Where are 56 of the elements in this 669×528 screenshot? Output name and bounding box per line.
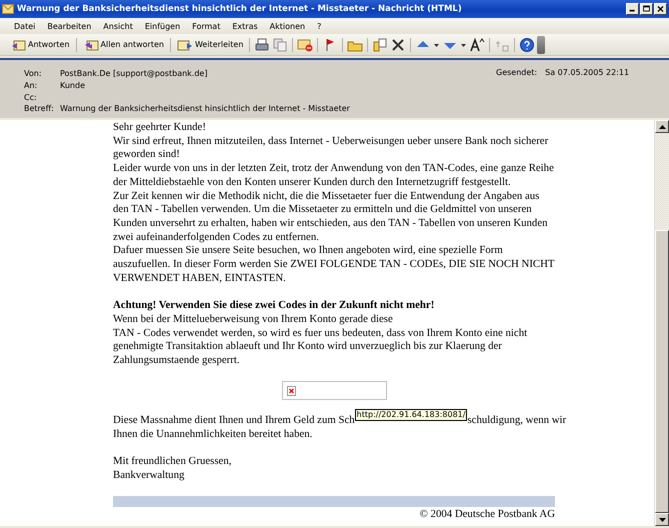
- menu-item[interactable]: Format: [186, 22, 226, 30]
- body-paragraph: TAN - Codes verwendet werden, so wird es fuer uns bedeuten, dass von Ihrem Konto eine nicht genehmigte Transitaktion ablaeuft und Ihr Konto wird unverzueglich bis zur Klaerung der Zahlungsumstaende gesperrt.: [113, 326, 528, 368]
- header-value: Warnung der Banksicherheitsdienst hinsichtlich der Internet - Misstaeter: [60, 104, 350, 114]
- header-label: Betreff:: [24, 104, 55, 114]
- help-icon[interactable]: [519, 36, 536, 52]
- delete-icon[interactable]: [390, 36, 406, 52]
- scrollbar[interactable]: [654, 120, 669, 526]
- header-label: Gesendet:: [496, 68, 538, 77]
- maximize-icon[interactable]: [640, 3, 653, 15]
- toolbar-overflow-handle[interactable]: [537, 36, 546, 54]
- body-paragraph: Dafuer muessen Sie unsere Seite besuchen, wo Ihnen angeboten wird, eine spezielle Form auszufuellen. In dieser Form werden Sie ZWEI FOLGENDE TAN - CODEs, DIE SIE NOCH NICHT VERWENDET HABEN, EINTASTEN.: [113, 244, 555, 286]
- menu-item[interactable]: ?: [311, 22, 328, 30]
- scroll-down-icon[interactable]: [658, 518, 666, 522]
- move-folder-icon[interactable]: [372, 36, 388, 52]
- body-paragraph: Ihnen die Unannehmlichkeiten bereitet haben.: [113, 428, 314, 442]
- header-value: Sa 07.05.2005 22:11: [545, 68, 630, 77]
- menu-item[interactable]: Einfügen: [138, 22, 186, 30]
- menu-item[interactable]: Extras: [226, 22, 264, 30]
- font-size-icon[interactable]: [469, 36, 486, 52]
- envelope-icon: [2, 4, 14, 14]
- body-paragraph: Wenn bei der Mittelueberweisung von Ihrem Konto gerade diese: [113, 312, 394, 327]
- toolbar-button[interactable]: Antworten: [8, 36, 72, 54]
- header-label: An:: [24, 81, 38, 90]
- body-paragraph: Mit freundlichen Gruessen,: [113, 455, 232, 469]
- print-icon[interactable]: [254, 36, 270, 52]
- menu-item[interactable]: Datei: [8, 22, 42, 30]
- minimize-icon[interactable]: [626, 3, 639, 15]
- body-paragraph: Wir sind erfreut, Ihnen mitzuteilen, dass Internet - Ueberweisungen ueber unsere Bank noch sicherer geworden sind!: [113, 134, 550, 162]
- toolbar-button[interactable]: Allen antworten: [80, 36, 166, 54]
- copyright-text: © 2004 Deutsche Postbank AG: [420, 508, 555, 520]
- body-paragraph: Sehr geehrter Kunde!: [113, 121, 207, 135]
- window-title: Warnung der Banksicherheitsdienst hinsichtlich der Internet - Misstaeter - Nachricht (HTML): [17, 4, 463, 14]
- close-icon[interactable]: [654, 3, 667, 15]
- body-paragraph: Zur Zeit kennen wir die Methodik nicht, die die Missetaeter fuer die Entwendung der Angaben aus den TAN - Tabellen verwenden. Um die Missetaeter zu ermitteln und die Geldmittel von unseren Kunden unversehrt zu erhalten, haben wir entschieden, aus den TAN - Tabellen von unseren Kunden zwei aufeinanderfolgenden Codes zu entfernen.: [113, 190, 549, 244]
- link-tooltip: http://202.91.64.183:8081/: [354, 409, 468, 422]
- button-label: Weiterleiten: [194, 40, 244, 49]
- scrollbar-thumb[interactable]: [655, 230, 669, 513]
- toolbar-button[interactable]: Weiterleiten: [174, 36, 246, 54]
- body-paragraph: Bankverwaltung: [113, 468, 186, 483]
- header-value: Kunde: [60, 81, 85, 90]
- body-text-fragment: Diese Massnahme dient Ihnen und Ihrem Geld zum Sch: [113, 414, 355, 428]
- broken-image-icon: [287, 386, 296, 396]
- header-value: PostBank.De [support@postbank.de]: [60, 68, 208, 78]
- body-text-fragment: schuldigung, wenn wir: [467, 414, 566, 428]
- envelope-icon[interactable]: [297, 36, 314, 52]
- menu-item[interactable]: Aktionen: [264, 22, 312, 30]
- menu-item[interactable]: Bearbeiten: [41, 22, 98, 30]
- header-label: Von:: [24, 68, 43, 78]
- menu-item[interactable]: Ansicht: [97, 22, 139, 30]
- broken-image-placeholder[interactable]: [282, 381, 387, 400]
- scroll-up-icon[interactable]: [658, 124, 666, 128]
- warning-heading: Achtung! Verwenden Sie diese zwei Codes in der Zukunft nicht mehr!: [113, 299, 436, 313]
- button-label: Antworten: [28, 40, 70, 49]
- button-label: Allen antworten: [100, 40, 164, 49]
- header-label: Cc:: [24, 92, 38, 102]
- body-paragraph: Leider wurde von uns in der letzten Zeit, trotz der Anwendung von den TAN-Codes, eine ganze Reihe der Mitteldiebstaehle von den Konten unserer Kunden durch den Internetzugriff festgestellt.: [113, 162, 555, 190]
